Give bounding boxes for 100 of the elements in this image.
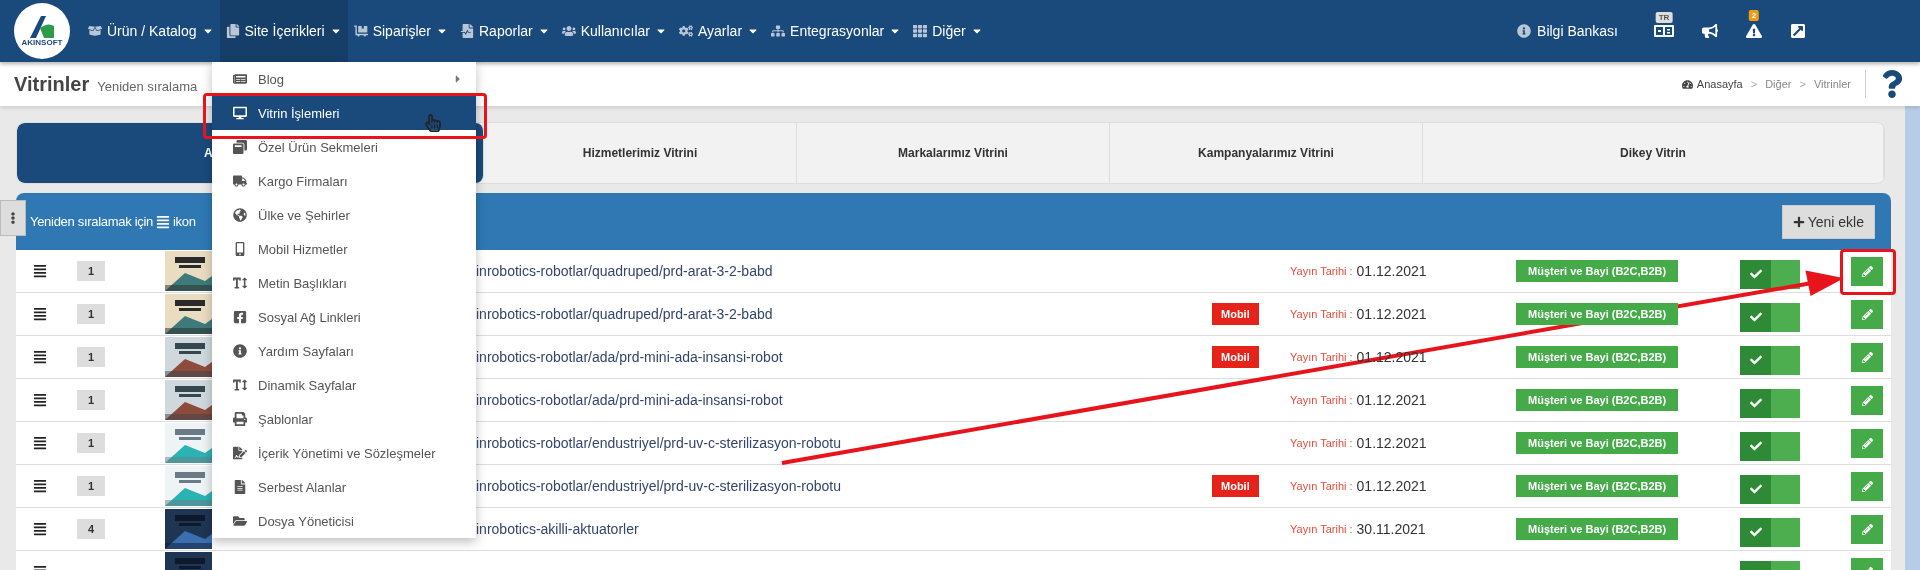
drag-handle-icon[interactable] <box>33 393 47 407</box>
active-checkbox[interactable] <box>1740 302 1771 332</box>
audience-tag: Müşteri ve Bayi (B2C,B2B) <box>1516 303 1679 325</box>
active-toggle[interactable] <box>1740 345 1800 375</box>
menu-item-icon <box>232 140 248 154</box>
publish-date: 01.12.2021 <box>1356 478 1427 494</box>
order-number: 1 <box>77 347 105 367</box>
audience-tag: Müşteri ve Bayi (B2C,B2B) <box>1516 389 1679 411</box>
scrollbar[interactable] <box>1905 106 1920 570</box>
drag-handle-icon[interactable] <box>33 264 47 278</box>
dropdown-item[interactable]: Sosyal Ağ Linkleri <box>212 300 476 334</box>
side-menu-toggle[interactable] <box>0 200 26 236</box>
edit-button[interactable] <box>1851 514 1883 544</box>
mobile-tag: Mobil <box>1212 475 1259 497</box>
dropdown-item[interactable]: Metin Başlıkları <box>212 266 476 300</box>
active-toggle[interactable] <box>1740 474 1800 504</box>
active-checkbox[interactable] <box>1740 388 1771 418</box>
dropdown-item[interactable]: Blog <box>212 62 476 96</box>
active-checkbox[interactable] <box>1740 517 1771 547</box>
megaphone-icon[interactable] <box>1702 23 1718 39</box>
dropdown-item[interactable]: Vitrin İşlemleri <box>212 96 476 130</box>
tab[interactable]: Hizmetlerimiz Vitrini <box>484 123 797 183</box>
publish-date: 01.12.2021 <box>1356 306 1427 322</box>
add-new-button[interactable]: Yeni ekle <box>1781 204 1875 239</box>
nav-item-icon <box>353 24 368 38</box>
tab[interactable]: Markalarımız Vitrini <box>797 123 1110 183</box>
warning-glyph-icon <box>1746 23 1762 39</box>
edit-button[interactable] <box>1851 342 1883 372</box>
tab[interactable]: Dikey Vitrin <box>1423 123 1884 183</box>
pencil-icon <box>1861 523 1873 535</box>
breadcrumb-link[interactable]: Diğer <box>1765 78 1792 90</box>
nav-item-icon <box>771 24 786 38</box>
dropdown-item[interactable]: Serbest Alanlar <box>212 470 476 504</box>
check-icon <box>1749 311 1762 323</box>
nav-item-icon <box>225 24 240 38</box>
active-checkbox[interactable] <box>1740 474 1771 504</box>
language-badge: TR <box>1655 12 1673 23</box>
active-toggle[interactable] <box>1740 388 1800 418</box>
drag-handle-icon[interactable] <box>33 436 47 450</box>
breadcrumb-link[interactable]: Anasayfa <box>1681 78 1743 90</box>
nav-menu-item[interactable]: Raporlar <box>454 0 556 62</box>
edit-button[interactable] <box>1851 428 1883 458</box>
nav-menu-item[interactable]: Kullanıcılar <box>555 0 673 62</box>
mobile-tag: Mobil <box>1212 346 1259 368</box>
edit-button[interactable] <box>1851 471 1883 501</box>
dropdown-item[interactable]: Ülke ve Şehirler <box>212 198 476 232</box>
drag-handle-icon[interactable] <box>33 350 47 364</box>
order-number: 1 <box>77 476 105 496</box>
dropdown-item[interactable]: Dosya Yöneticisi <box>212 504 476 538</box>
logo-text: AKINSOFT <box>21 37 63 47</box>
nav-menu-item[interactable]: Site İçerikleri <box>219 0 348 62</box>
nav-menu-item[interactable]: Ürün / Katalog <box>82 0 220 62</box>
dropdown-item[interactable]: Şablonlar <box>212 402 476 436</box>
dropdown-item[interactable]: Dinamik Sayfalar <box>212 368 476 402</box>
breadcrumb-link[interactable]: Vitrinler <box>1813 78 1851 90</box>
menu-item-icon <box>232 480 248 494</box>
reorder-hint: ikon <box>173 214 196 229</box>
nav-menu-item[interactable]: Ayarlar <box>672 0 766 62</box>
active-checkbox[interactable] <box>1740 345 1771 375</box>
drag-handle-icon[interactable] <box>33 479 47 493</box>
check-icon <box>1749 526 1762 538</box>
menu-item-icon <box>232 208 248 222</box>
menu-item-icon <box>232 446 248 460</box>
publish-date: 30.11.2021 <box>1356 521 1426 537</box>
url-text: inrobotics-robotlar/quadruped/prd-arat-3-2-babd <box>476 306 773 322</box>
order-number: 1 <box>77 261 105 281</box>
nav-menu-item[interactable]: Diğer <box>907 0 989 62</box>
dropdown-item[interactable]: Kargo Firmaları <box>212 164 476 198</box>
dropdown-item[interactable]: Mobil Hizmetler <box>212 232 476 266</box>
logo[interactable]: AKINSOFT <box>14 3 70 59</box>
dropdown-item[interactable]: Yardım Sayfaları <box>212 334 476 368</box>
drag-handle-icon[interactable] <box>33 522 47 536</box>
dropdown-item[interactable]: Özel Ürün Sekmeleri <box>212 130 476 164</box>
nav-menu-item[interactable]: Siparişler <box>347 0 454 62</box>
active-checkbox[interactable] <box>1740 431 1771 461</box>
url-text: inrobotics-robotlar/endustriyel/prd-uv-c-sterilizasyon-robotu <box>476 435 841 451</box>
edit-button[interactable] <box>1851 385 1883 415</box>
tab[interactable]: Kampanyalarımız Vitrini <box>1110 123 1423 183</box>
dropdown-item[interactable]: İçerik Yönetimi ve Sözleşmeler <box>212 436 476 470</box>
edit-button[interactable] <box>1851 256 1883 286</box>
page-subtitle: Yeniden sıralama <box>97 78 198 94</box>
check-icon <box>1749 397 1762 409</box>
publish-date: 01.12.2021 <box>1356 263 1427 279</box>
active-toggle[interactable] <box>1740 517 1800 547</box>
breadcrumb-separator: > <box>1750 78 1758 90</box>
external-link-icon[interactable] <box>1790 23 1806 39</box>
highlight-frame <box>1840 249 1896 295</box>
active-toggle[interactable] <box>1740 431 1800 461</box>
active-checkbox[interactable] <box>1740 259 1771 289</box>
active-toggle[interactable] <box>1740 259 1800 289</box>
edit-button[interactable] <box>1851 299 1883 329</box>
plus-icon <box>1792 215 1805 228</box>
menu-item-icon <box>232 174 248 188</box>
drag-handle-icon[interactable] <box>33 307 47 321</box>
audience-tag: Müşteri ve Bayi (B2C,B2B) <box>1516 260 1679 282</box>
active-toggle[interactable] <box>1740 302 1800 332</box>
nav-menu-item[interactable]: Entegrasyonlar <box>765 0 908 62</box>
date-label: Yayın Tarihi : <box>1290 437 1353 449</box>
external-link-glyph-icon <box>1790 23 1806 39</box>
knowledge-base-link[interactable]: Bilgi Bankası <box>1517 23 1618 39</box>
